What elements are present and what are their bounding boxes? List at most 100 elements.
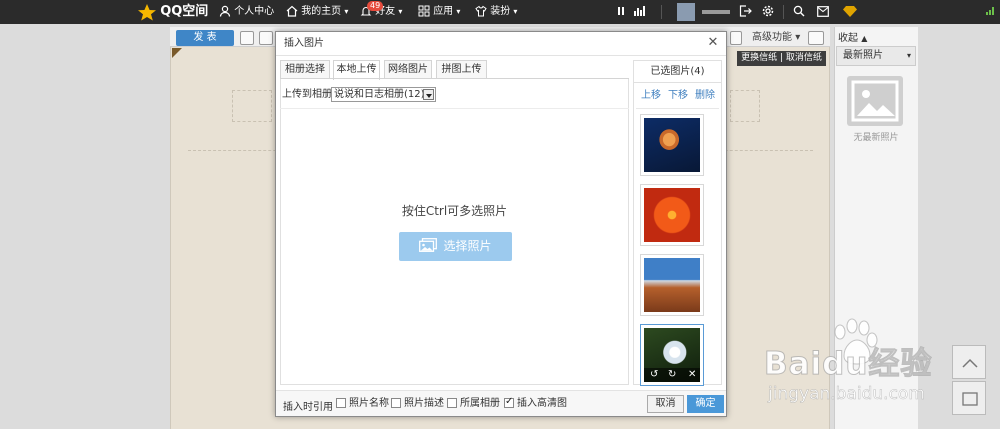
choose-photo-label: 选择照片 bbox=[443, 239, 492, 253]
checkbox-label: 照片描述 bbox=[404, 398, 444, 409]
scroll-top-button[interactable] bbox=[952, 345, 986, 379]
selected-thumbnail[interactable] bbox=[640, 184, 704, 246]
music-bars-icon[interactable] bbox=[633, 0, 645, 24]
signal-icon bbox=[986, 0, 996, 24]
choose-photo-button[interactable]: 选择照片 bbox=[399, 232, 512, 261]
format-icon[interactable] bbox=[259, 31, 273, 45]
person-icon bbox=[219, 5, 231, 17]
friends-badge: 49 bbox=[367, 1, 384, 11]
recent-photos-label: 最新照片 bbox=[843, 50, 883, 61]
placeholder-box bbox=[730, 90, 760, 122]
publish-button[interactable]: 发 表 bbox=[176, 30, 234, 46]
nav-home[interactable]: 我的主页 ▾ bbox=[286, 0, 348, 24]
search-icon[interactable] bbox=[793, 0, 805, 24]
wallpaper-bar[interactable]: 更换信纸 | 取消信纸 bbox=[737, 51, 826, 66]
delete-button[interactable]: 删除 bbox=[695, 88, 715, 104]
watermark-url: jingyan.baidu.com bbox=[768, 384, 925, 405]
checkbox-album[interactable]: 所属相册 bbox=[447, 398, 500, 410]
nav-decorate[interactable]: 装扮 ▾ bbox=[475, 0, 517, 24]
ok-button[interactable]: 确定 bbox=[687, 395, 724, 413]
placeholder-box bbox=[232, 90, 272, 122]
insert-image-dialog: 插入图片 ✕ 相册选择 本地上传 网络图片 拼图上传 上传到相册 说说和日志相册… bbox=[275, 31, 727, 417]
feedback-button[interactable] bbox=[952, 381, 986, 415]
checkbox-label: 插入高清图 bbox=[517, 398, 567, 409]
close-icon[interactable]: ✕ bbox=[706, 36, 720, 50]
thumbnail-desert bbox=[644, 258, 700, 312]
shirt-icon bbox=[475, 5, 487, 17]
divider bbox=[636, 108, 719, 109]
selected-scrollbar[interactable] bbox=[709, 112, 715, 382]
collapse-label: 收起 bbox=[838, 33, 858, 44]
chevron-down-icon: ▾ bbox=[398, 7, 403, 16]
selected-thumbnail[interactable] bbox=[640, 254, 704, 316]
selected-images-header: 已选图片(4) bbox=[633, 60, 722, 83]
no-photo-text: 无最新照片 bbox=[853, 133, 899, 143]
word-icon[interactable] bbox=[730, 31, 742, 45]
tab-local-upload[interactable]: 本地上传 bbox=[333, 60, 380, 80]
chevron-down-icon: ▾ bbox=[795, 32, 801, 43]
selected-actions: 上移 下移 删除 bbox=[633, 88, 722, 104]
checkbox-box bbox=[391, 398, 401, 408]
avatar[interactable] bbox=[677, 0, 695, 24]
checkbox-box bbox=[336, 398, 346, 408]
image-placeholder-icon bbox=[847, 76, 903, 126]
selected-thumbnail[interactable] bbox=[640, 114, 704, 176]
collapse-button[interactable]: 收起 ▲ bbox=[838, 29, 867, 44]
cancel-button[interactable]: 取消 bbox=[647, 395, 684, 413]
dialog-footer: 插入时引用 照片名称 照片描述 所属相册 插入高清图 取消 确定 bbox=[276, 390, 726, 416]
chevron-down-icon: ▾ bbox=[513, 7, 518, 16]
tab-web-image[interactable]: 网络图片 bbox=[384, 60, 432, 79]
album-select[interactable]: 说说和日志相册(12) bbox=[331, 87, 436, 102]
expand-icon[interactable] bbox=[808, 31, 824, 45]
tab-collage-upload[interactable]: 拼图上传 bbox=[436, 60, 487, 79]
photos-icon bbox=[419, 238, 438, 252]
selected-thumbnail[interactable]: ↺ ↻ ✕ bbox=[640, 324, 704, 386]
tab-album-select[interactable]: 相册选择 bbox=[280, 60, 330, 79]
quote-label: 插入时引用 bbox=[283, 402, 333, 413]
remove-icon[interactable]: ✕ bbox=[688, 368, 696, 382]
nav-friends[interactable]: 49 好友 ▾ bbox=[360, 0, 402, 24]
recent-photos-dropdown[interactable]: 最新照片 ▾ bbox=[836, 46, 916, 66]
move-down-button[interactable]: 下移 bbox=[668, 88, 688, 104]
grid-icon bbox=[418, 5, 430, 17]
qzone-logo[interactable]: QQ空间 bbox=[137, 0, 208, 24]
divider bbox=[280, 108, 629, 109]
logo-text: QQ空间 bbox=[160, 4, 209, 19]
dropdown-arrow-icon bbox=[423, 89, 434, 100]
rotate-right-icon[interactable]: ↻ bbox=[668, 368, 676, 382]
move-up-button[interactable]: 上移 bbox=[641, 88, 661, 104]
checkbox-hd-image[interactable]: 插入高清图 bbox=[504, 396, 567, 410]
username-obscured bbox=[702, 0, 730, 24]
chevron-up-icon: ▲ bbox=[861, 34, 868, 43]
multi-select-hint: 按住Ctrl可多选照片 bbox=[401, 204, 508, 218]
checkbox-photo-name[interactable]: 照片名称 bbox=[336, 398, 389, 410]
nav-profile[interactable]: 个人中心 bbox=[219, 0, 274, 24]
checkbox-box-checked bbox=[504, 396, 514, 408]
nav-home-label: 我的主页 bbox=[301, 6, 342, 17]
rotate-left-icon[interactable]: ↺ bbox=[650, 368, 658, 382]
chevron-down-icon: ▾ bbox=[906, 51, 911, 60]
thumbnail-toolbar: ↺ ↻ ✕ bbox=[644, 368, 700, 382]
chevron-down-icon: ▾ bbox=[456, 7, 461, 16]
divider bbox=[661, 5, 662, 19]
nav-profile-label: 个人中心 bbox=[234, 6, 275, 17]
checkbox-photo-desc[interactable]: 照片描述 bbox=[391, 398, 444, 410]
save-icon[interactable] bbox=[240, 31, 254, 45]
advanced-functions-label: 高级功能 bbox=[752, 32, 792, 43]
divider bbox=[783, 5, 784, 19]
logout-icon[interactable] bbox=[739, 0, 752, 24]
advanced-functions[interactable]: 高级功能 ▾ bbox=[752, 29, 800, 47]
checkbox-label: 所属相册 bbox=[460, 398, 500, 409]
top-navigation-bar: QQ空间 个人中心 我的主页 ▾ 49 好友 ▾ 应用 ▾ 装扮 ▾ bbox=[0, 0, 1000, 24]
vip-diamond-icon[interactable] bbox=[843, 0, 857, 24]
corner-decoration bbox=[172, 48, 182, 58]
star-icon bbox=[138, 4, 156, 21]
chevron-down-icon: ▾ bbox=[344, 7, 349, 16]
gear-icon[interactable] bbox=[762, 0, 774, 24]
dialog-title: 插入图片 bbox=[284, 38, 324, 49]
mail-icon[interactable] bbox=[817, 0, 829, 24]
pause-icon[interactable] bbox=[616, 0, 626, 24]
home-icon bbox=[286, 5, 298, 17]
dialog-titlebar: 插入图片 ✕ bbox=[276, 32, 726, 56]
nav-apps[interactable]: 应用 ▾ bbox=[418, 0, 460, 24]
